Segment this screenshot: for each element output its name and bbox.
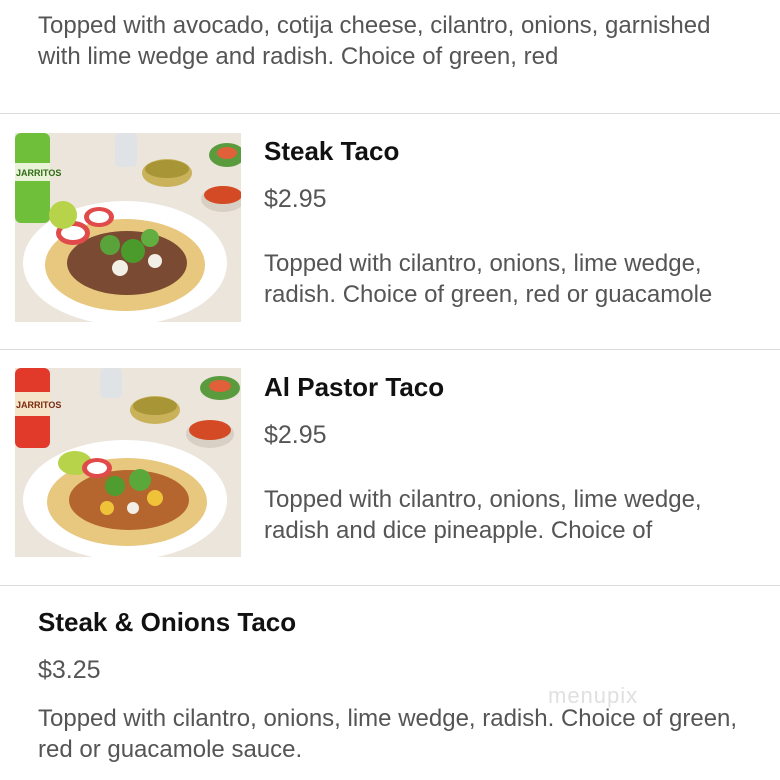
menu-item-steak-taco[interactable]: JARRITOS Steak Taco $2.95 Topped with ci… [0,114,780,349]
item-title: Al Pastor Taco [264,372,445,402]
bottle-label: JARRITOS [16,400,61,410]
item-title: Steak Taco [264,136,400,166]
item-description: Topped with cilantro, onions, lime wedge… [264,486,702,544]
item-title: Steak & Onions Taco [38,607,297,637]
menu-item-al-pastor-taco[interactable]: JARRITOS Al Pastor Taco $2.95 Topped wit… [0,350,780,585]
item-price: $2.95 [264,185,327,213]
menu-item-steak-onions-taco[interactable]: Steak & Onions Taco $3.25 Topped with ci… [0,586,780,780]
previous-item-description: Topped with avocado, cotija cheese, cila… [38,12,711,70]
item-description: Topped with cilantro, onions, lime wedge… [264,250,713,308]
item-description: Topped with cilantro, onions, lime wedge… [38,705,738,763]
bottle-label: JARRITOS [16,168,61,178]
item-price: $3.25 [38,656,101,684]
watermark: menupix [548,683,639,708]
item-price: $2.95 [264,421,327,449]
al-pastor-taco-photo: JARRITOS [15,368,241,557]
steak-taco-photo: JARRITOS [15,133,241,322]
